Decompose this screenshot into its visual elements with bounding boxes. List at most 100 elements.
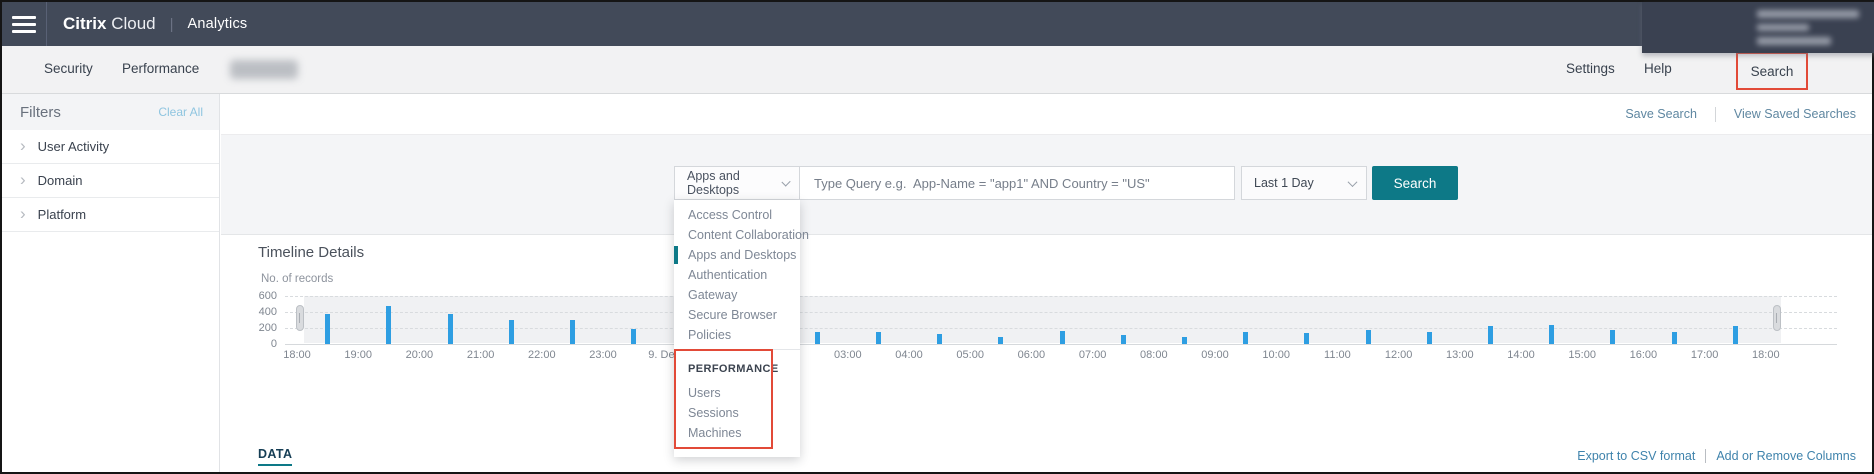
- nav-help[interactable]: Help: [1644, 61, 1672, 76]
- x-tick-label: 09:00: [1201, 349, 1229, 361]
- performance-section-title: PERFORMANCE: [674, 350, 800, 375]
- y-tick-label: 0: [237, 338, 277, 350]
- dropdown-menu-item[interactable]: Content Collaboration: [674, 225, 800, 245]
- y-tick-label: 400: [237, 306, 277, 318]
- search-bar: Apps and Desktops Last 1 Day Search: [674, 166, 1458, 200]
- dropdown-menu-item[interactable]: Apps and Desktops: [674, 245, 800, 265]
- dropdown-menu-item[interactable]: Gateway: [674, 285, 800, 305]
- timeline-bar[interactable]: [1366, 330, 1371, 344]
- range-handle-left[interactable]: [296, 305, 304, 331]
- time-range-dropdown[interactable]: Last 1 Day: [1241, 166, 1367, 200]
- selected-range-band[interactable]: [304, 296, 1781, 343]
- table-toolbar-links: Export to CSV format Add or Remove Colum…: [1577, 449, 1856, 463]
- redacted-tab[interactable]: [230, 60, 298, 79]
- timeline-bar[interactable]: [1549, 325, 1554, 344]
- timeline-bar[interactable]: [1121, 335, 1126, 344]
- nav-settings[interactable]: Settings: [1566, 61, 1615, 76]
- x-tick-label: 13:00: [1446, 349, 1474, 361]
- search-button[interactable]: Search: [1372, 166, 1458, 200]
- nav-search[interactable]: Search: [1751, 64, 1794, 79]
- x-tick-label: 12:00: [1385, 349, 1413, 361]
- category-dropdown[interactable]: Apps and Desktops: [674, 166, 800, 200]
- x-tick-label: 20:00: [406, 349, 434, 361]
- x-tick-label: 18:00: [1752, 349, 1780, 361]
- chevron-down-icon: [1348, 177, 1358, 187]
- tab-security[interactable]: Security: [44, 61, 93, 76]
- filter-group-row[interactable]: › User Activity: [2, 130, 219, 164]
- timeline-bar[interactable]: [1304, 333, 1309, 344]
- timeline-bar[interactable]: [1060, 331, 1065, 344]
- chart-y-axis-label: No. of records: [261, 273, 333, 285]
- view-saved-searches-link[interactable]: View Saved Searches: [1734, 107, 1856, 121]
- filters-sidebar: Filters Clear All › User Activity › Doma…: [2, 94, 220, 472]
- time-range-value: Last 1 Day: [1254, 176, 1314, 190]
- dropdown-menu-item[interactable]: Sessions: [674, 403, 800, 423]
- timeline-bar[interactable]: [1610, 330, 1615, 344]
- menu-icon[interactable]: [2, 2, 46, 46]
- gridline: [285, 312, 1837, 313]
- x-tick-label: 10:00: [1262, 349, 1290, 361]
- chevron-right-icon: ›: [20, 137, 26, 154]
- clear-all-button[interactable]: Clear All: [158, 105, 203, 119]
- y-tick-label: 600: [237, 290, 277, 302]
- timeline-bar[interactable]: [937, 334, 942, 344]
- timeline-bar[interactable]: [509, 320, 514, 344]
- range-handle-right[interactable]: [1773, 305, 1781, 331]
- timeline-bar[interactable]: [1243, 332, 1248, 344]
- filter-group-row[interactable]: › Platform: [2, 198, 219, 232]
- timeline-bar[interactable]: [325, 314, 330, 344]
- timeline-bar[interactable]: [1427, 332, 1432, 344]
- chevron-right-icon: ›: [20, 205, 26, 222]
- gridline: [285, 344, 1837, 345]
- timeline-bar[interactable]: [570, 320, 575, 344]
- x-tick-label: 08:00: [1140, 349, 1168, 361]
- timeline-bar[interactable]: [448, 314, 453, 344]
- dropdown-menu-item[interactable]: Policies: [674, 325, 800, 345]
- category-dropdown-menu: Access ControlContent CollaborationApps …: [674, 200, 800, 457]
- highlight-box-search: Search: [1736, 52, 1808, 90]
- timeline-bar[interactable]: [1182, 337, 1187, 344]
- timeline-bar[interactable]: [1488, 326, 1493, 344]
- filter-group-label: Platform: [38, 207, 86, 222]
- user-account-redacted[interactable]: [1642, 2, 1874, 53]
- redacted-text-line: [1757, 24, 1809, 31]
- toolbar-divider: [1705, 449, 1706, 463]
- save-search-link[interactable]: Save Search: [1625, 107, 1697, 121]
- x-tick-label: 14:00: [1507, 349, 1535, 361]
- dropdown-menu-item[interactable]: Access Control: [674, 205, 800, 225]
- brand-logo[interactable]: Citrix Cloud: [63, 14, 156, 34]
- product-title: Analytics: [188, 16, 248, 32]
- tab-performance[interactable]: Performance: [122, 61, 199, 76]
- timeline-bar[interactable]: [1733, 326, 1738, 344]
- topbar-divider: [46, 2, 47, 46]
- timeline-bar[interactable]: [631, 329, 636, 344]
- search-panel: Apps and Desktops Last 1 Day Search: [221, 135, 1872, 235]
- filter-group-row[interactable]: › Domain: [2, 164, 219, 198]
- top-bar: Citrix Cloud | Analytics: [2, 2, 1872, 46]
- query-input[interactable]: [800, 166, 1235, 200]
- x-tick-label: 16:00: [1630, 349, 1658, 361]
- brand-citrix: Citrix: [63, 14, 106, 33]
- add-remove-columns-link[interactable]: Add or Remove Columns: [1716, 449, 1856, 463]
- x-tick-label: 11:00: [1324, 349, 1351, 361]
- x-tick-label: 04:00: [895, 349, 923, 361]
- x-tick-label: 03:00: [834, 349, 862, 361]
- x-tick-label: 05:00: [956, 349, 984, 361]
- tab-data[interactable]: DATA: [258, 447, 292, 466]
- timeline-bar[interactable]: [1672, 332, 1677, 344]
- dropdown-menu-item[interactable]: Secure Browser: [674, 305, 800, 325]
- secondary-nav: Security Performance Settings Help Searc…: [2, 46, 1872, 94]
- actions-divider: [1715, 107, 1716, 122]
- performance-section-list: UsersSessionsMachines: [674, 383, 800, 443]
- x-tick-label: 15:00: [1568, 349, 1596, 361]
- timeline-bar[interactable]: [386, 306, 391, 344]
- data-source-list: Access ControlContent CollaborationApps …: [674, 200, 800, 345]
- dropdown-menu-item[interactable]: Authentication: [674, 265, 800, 285]
- timeline-bar[interactable]: [998, 337, 1003, 344]
- dropdown-menu-item[interactable]: Users: [674, 383, 800, 403]
- dropdown-menu-item[interactable]: Machines: [674, 423, 800, 443]
- timeline-bar[interactable]: [815, 332, 820, 344]
- timeline-bar[interactable]: [876, 332, 881, 344]
- export-csv-link[interactable]: Export to CSV format: [1577, 449, 1695, 463]
- x-tick-label: 23:00: [589, 349, 617, 361]
